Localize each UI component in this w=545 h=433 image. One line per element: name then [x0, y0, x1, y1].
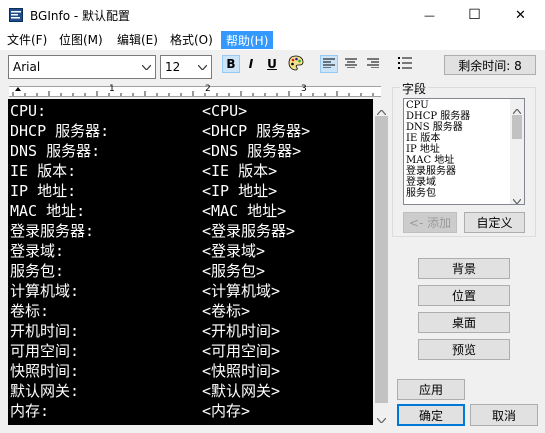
row-value: <默认网关> — [202, 382, 281, 400]
menu-bar: 文件(F) 位图(M) 编辑(E) 格式(O) 帮助(H) — [0, 30, 545, 50]
row-label: 登录服务器: — [10, 222, 95, 240]
row-value: <IE 版本> — [202, 162, 278, 180]
align-center-button[interactable] — [342, 55, 360, 73]
font-combo-value: Arial — [13, 60, 41, 74]
close-button[interactable]: ✕ — [498, 0, 543, 30]
preview-button[interactable]: 预览 — [418, 339, 510, 360]
bullet-list-icon — [398, 56, 412, 72]
title-bar: BGInfo - 默认配置 — ☐ ✕ — [0, 0, 545, 30]
row-label: MAC 地址: — [10, 202, 86, 220]
color-palette-button[interactable] — [287, 55, 305, 73]
background-button[interactable]: 背景 — [418, 258, 510, 279]
list-item[interactable]: MAC 地址 — [406, 155, 454, 166]
ruler-mark-3: 3 — [301, 84, 307, 94]
row-label: DHCP 服务器: — [10, 122, 110, 140]
list-item[interactable]: IE 版本 — [406, 133, 440, 144]
fields-scrollbar[interactable] — [510, 99, 524, 204]
row-label: 内存: — [10, 402, 50, 420]
ruler-ticks — [12, 87, 374, 96]
row-label: 服务包: — [10, 262, 65, 280]
align-left-icon — [323, 57, 335, 71]
row-value: <快照时间> — [202, 362, 281, 380]
menu-format[interactable]: 格式(O) — [166, 31, 217, 49]
fields-group-label: 字段 — [400, 80, 429, 97]
editor-scrollbar[interactable] — [373, 99, 390, 425]
italic-button[interactable]: I — [242, 55, 260, 73]
list-item[interactable]: CPU — [406, 100, 429, 111]
chevron-down-icon — [194, 56, 211, 78]
row-value: <内存> — [202, 402, 251, 420]
list-item[interactable]: 服务包 — [406, 188, 436, 199]
row-label: 快照时间: — [10, 362, 80, 380]
row-value: <DNS 服务器> — [202, 142, 302, 160]
align-right-icon — [367, 57, 379, 71]
menu-file[interactable]: 文件(F) — [3, 31, 51, 49]
minimize-button[interactable]: — — [407, 0, 452, 30]
ruler: 1 2 3 — [9, 84, 381, 97]
add-field-button[interactable]: <- 添加 — [403, 212, 457, 233]
chevron-down-icon — [138, 56, 155, 78]
align-right-button[interactable] — [364, 55, 382, 73]
bullet-list-button[interactable] — [396, 55, 414, 73]
row-label: 卷标: — [10, 302, 50, 320]
maximize-icon: ☐ — [468, 7, 481, 23]
align-center-icon — [345, 57, 357, 71]
size-combo-value: 12 — [165, 60, 181, 74]
font-combo[interactable]: Arial — [8, 55, 156, 79]
row-label: IE 版本: — [10, 162, 77, 180]
row-label: 默认网关: — [10, 382, 80, 400]
row-value: <可用空间> — [202, 342, 281, 360]
size-combo[interactable]: 12 — [160, 55, 212, 79]
window-title: BGInfo - 默认配置 — [30, 9, 130, 23]
align-left-button[interactable] — [320, 55, 338, 73]
close-icon: ✕ — [515, 7, 526, 23]
row-value: <CPU> — [202, 102, 248, 120]
menu-edit[interactable]: 编辑(E) — [113, 31, 162, 49]
row-value: <DHCP 服务器> — [202, 122, 311, 140]
maximize-button[interactable]: ☐ — [452, 0, 497, 30]
cancel-button[interactable]: 取消 — [470, 404, 538, 426]
row-label: 登录域: — [10, 242, 65, 260]
row-label: 开机时间: — [10, 322, 80, 340]
desktop-button[interactable]: 桌面 — [418, 312, 510, 333]
list-item[interactable]: DHCP 服务器 — [406, 111, 470, 122]
fields-scroll-thumb[interactable] — [512, 115, 522, 139]
palette-icon — [288, 55, 304, 74]
row-value: <IP 地址> — [202, 182, 278, 200]
scroll-down-icon[interactable] — [512, 193, 522, 204]
row-value: <开机时间> — [202, 322, 281, 340]
list-item[interactable]: 登录域 — [406, 177, 436, 188]
position-button[interactable]: 位置 — [418, 285, 510, 306]
row-label: 计算机域: — [10, 282, 80, 300]
apply-button[interactable]: 应用 — [397, 379, 465, 400]
row-value: <计算机域> — [202, 282, 281, 300]
list-item[interactable]: DNS 服务器 — [406, 122, 463, 133]
list-item[interactable]: 登录服务器 — [406, 166, 456, 177]
underline-button[interactable]: U — [263, 55, 281, 73]
row-value: <MAC 地址> — [202, 202, 287, 220]
scroll-down-icon[interactable] — [376, 412, 387, 426]
row-value: <服务包> — [202, 262, 266, 280]
row-label: DNS 服务器: — [10, 142, 101, 160]
row-value: <登录域> — [202, 242, 266, 260]
info-editor[interactable]: CPU: <CPU> DHCP 服务器: <DHCP 服务器> DNS 服务器: <D… — [8, 99, 373, 425]
row-value: <登录服务器> — [202, 222, 296, 240]
bold-button[interactable]: B — [222, 55, 240, 73]
row-label: 可用空间: — [10, 342, 80, 360]
ruler-mark-1: 1 — [109, 84, 115, 94]
menu-bitmap[interactable]: 位图(M) — [55, 31, 107, 49]
menu-help[interactable]: 帮助(H) — [221, 31, 274, 49]
editor-scroll-thumb[interactable] — [375, 116, 388, 403]
app-icon — [9, 8, 23, 22]
minimize-icon: — — [424, 8, 435, 22]
fields-list[interactable]: CPU DHCP 服务器 DNS 服务器 IE 版本 IP 地址 MAC 地址 … — [403, 98, 525, 205]
row-value: <卷标> — [202, 302, 251, 320]
ruler-mark-2: 2 — [205, 84, 211, 94]
remaining-time-button[interactable]: 剩余时间: 8 — [444, 55, 536, 75]
row-label: CPU: — [10, 102, 47, 120]
custom-field-button[interactable]: 自定义 — [464, 212, 525, 233]
list-item[interactable]: IP 地址 — [406, 144, 440, 155]
row-label: IP 地址: — [10, 182, 77, 200]
ok-button[interactable]: 确定 — [397, 404, 465, 426]
